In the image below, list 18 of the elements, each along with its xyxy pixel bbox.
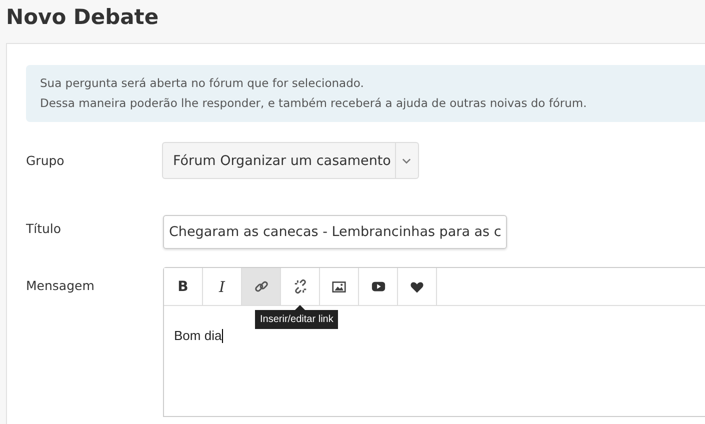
unlink-icon xyxy=(292,279,308,294)
link-icon xyxy=(254,279,268,294)
text-cursor xyxy=(222,328,223,342)
title-input[interactable]: Chegaram as canecas - Lembrancinhas para as c xyxy=(163,215,508,249)
field-label: Grupo xyxy=(26,152,66,168)
message-text: Bom dia xyxy=(174,328,222,343)
field-label: Mensagem xyxy=(26,277,96,293)
group-select[interactable]: Fórum Organizar um casamento xyxy=(162,142,419,179)
field-label: Título xyxy=(26,220,62,236)
image-icon xyxy=(332,280,346,294)
chevron-down-icon xyxy=(402,158,412,164)
video-icon xyxy=(370,279,386,294)
heart-icon xyxy=(410,280,424,294)
notice-text: Sua pergunta será aberta no fórum que for selecionado. xyxy=(40,75,365,92)
message-editor[interactable]: B I Inserir/editar link Bom dia xyxy=(163,267,705,417)
page-title: Novo Debate xyxy=(5,4,160,31)
tooltip: Inserir/editar link xyxy=(255,310,338,329)
notice-text: Dessa maneira poderão lhe responder, e também receberá a ajuda de outras noivas do fórum. xyxy=(40,94,588,112)
